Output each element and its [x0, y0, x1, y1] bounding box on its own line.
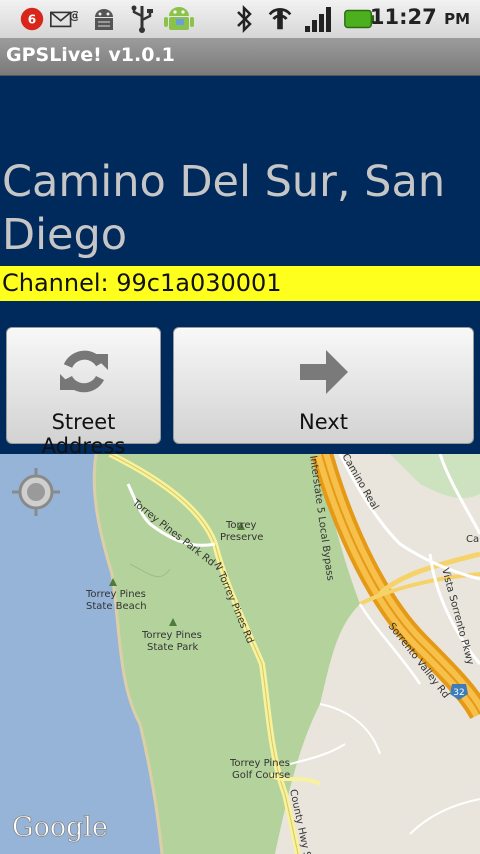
svg-text:Preserve: Preserve — [220, 532, 263, 543]
android-debug-icon — [90, 5, 118, 33]
app-title: GPSLive! v1.0.1 — [6, 44, 175, 66]
signal-icon — [302, 5, 336, 33]
email-icon: @ — [50, 5, 78, 33]
my-location-button[interactable] — [6, 462, 66, 522]
svg-text:State Beach: State Beach — [86, 601, 147, 612]
svg-text:@: @ — [69, 8, 78, 22]
arrow-right-icon — [294, 342, 354, 406]
svg-text:6: 6 — [28, 13, 36, 27]
bluetooth-icon — [230, 4, 258, 34]
svg-text:State Park: State Park — [147, 642, 198, 653]
app-title-bar: GPSLive! v1.0.1 — [0, 38, 480, 76]
svg-text:Torrey Pines: Torrey Pines — [229, 758, 290, 769]
next-label: Next — [299, 410, 348, 434]
location-address: Camino Del Sur, San Diego — [2, 157, 446, 260]
svg-text:Torrey Pines: Torrey Pines — [85, 589, 146, 600]
status-bar: 6 @ 11:27 PM — [0, 0, 480, 38]
svg-text:Golf Course: Golf Course — [232, 770, 290, 781]
android-icon — [162, 5, 196, 33]
usb-icon — [128, 5, 156, 33]
svg-text:32: 32 — [453, 688, 464, 698]
notification-badge-icon: 6 — [18, 5, 46, 33]
next-button[interactable]: Next — [173, 327, 474, 444]
status-clock: 11:27 PM — [369, 5, 470, 29]
wifi-icon — [266, 5, 294, 33]
svg-text:Google: Google — [12, 812, 108, 843]
channel-label: Channel: 99c1a030001 — [0, 266, 480, 301]
crosshair-icon — [12, 468, 60, 516]
street-address-label: Street Address — [41, 410, 126, 458]
svg-text:Torrey: Torrey — [225, 520, 257, 531]
street-address-button[interactable]: Street Address — [6, 327, 161, 458]
refresh-icon — [54, 342, 114, 406]
svg-text:Torrey Pines: Torrey Pines — [141, 630, 202, 641]
map-view[interactable]: Torrey Preserve Torrey Pines State Beach… — [0, 454, 480, 854]
svg-text:Car: Car — [466, 534, 480, 545]
